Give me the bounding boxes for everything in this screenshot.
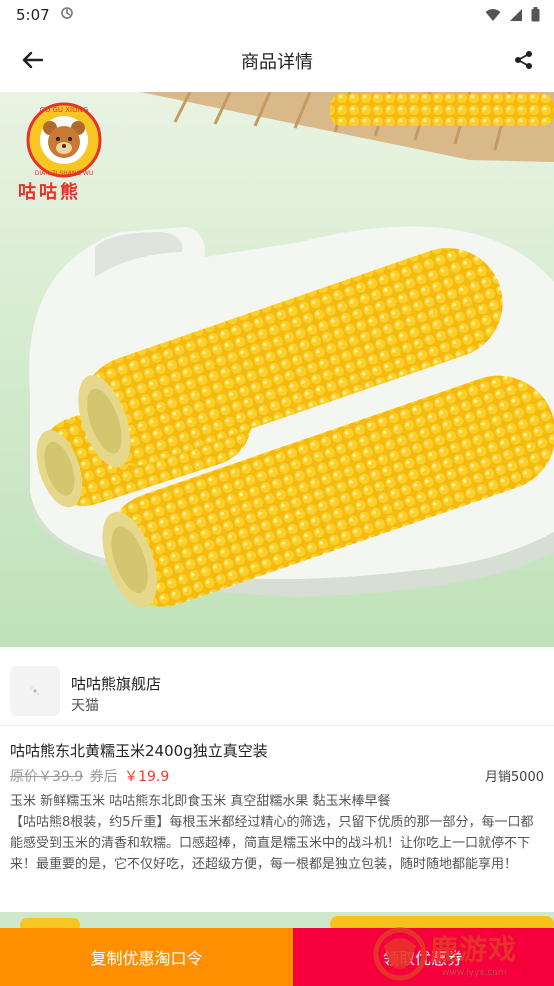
watermark: 鹿游戏 www.lyyx.com <box>370 922 548 986</box>
status-indicators <box>485 7 540 26</box>
share-icon[interactable] <box>508 44 540 76</box>
store-name: 咕咕熊旗舰店 <box>71 675 162 693</box>
store-platform: 天猫 <box>71 698 99 714</box>
product-keywords: 玉米 新鲜糯玉米 咕咕熊东北即食玉米 真空甜糯水果 黏玉米棒早餐 <box>10 794 391 809</box>
watermark-url: www.lyyx.com <box>442 968 507 978</box>
status-time: 5:07 <box>16 6 50 24</box>
product-title: 咕咕熊东北黄糯玉米2400g独立真空装 <box>10 742 268 760</box>
signal-icon <box>509 7 523 26</box>
battery-icon <box>531 7 540 26</box>
store-avatar <box>10 666 60 716</box>
watermark-logo <box>373 927 427 981</box>
brand-logo-text: 咕咕熊 <box>18 182 81 203</box>
svg-text:DIAN ZI SHANG WU: DIAN ZI SHANG WU <box>35 170 93 177</box>
nav-bar: 商品详情 <box>0 30 554 90</box>
notification-app-icon <box>60 6 74 24</box>
copy-taokouling-button[interactable]: 复制优惠淘口令 <box>0 928 293 986</box>
page-title: 商品详情 <box>241 52 313 73</box>
monthly-sales: 月销5000 <box>484 770 544 785</box>
price-row: 原价￥39.9 券后 ￥19.9 月销5000 <box>10 766 544 786</box>
wifi-icon <box>485 7 501 26</box>
status-bar: 5:07 <box>0 0 554 30</box>
product-description: 【咕咕熊8根装，约5斤重】每根玉米都经过精心的筛选，只留下优质的那一部分，每一口… <box>10 815 534 872</box>
store-row[interactable]: 咕咕熊旗舰店 天猫 <box>0 648 554 726</box>
original-price: 原价￥39.9 <box>10 769 84 785</box>
svg-text:GU GU XIONG: GU GU XIONG <box>40 106 89 114</box>
product-image[interactable]: GU GU XIONG DIAN ZI SHANG WU 咕咕熊 <box>0 92 554 647</box>
after-coupon-label: 券后 <box>89 769 118 785</box>
brand-logo: GU GU XIONG DIAN ZI SHANG WU 咕咕熊 <box>18 100 114 206</box>
watermark-text: 鹿游戏 <box>430 933 518 966</box>
after-coupon-price: ￥19.9 <box>124 769 170 785</box>
